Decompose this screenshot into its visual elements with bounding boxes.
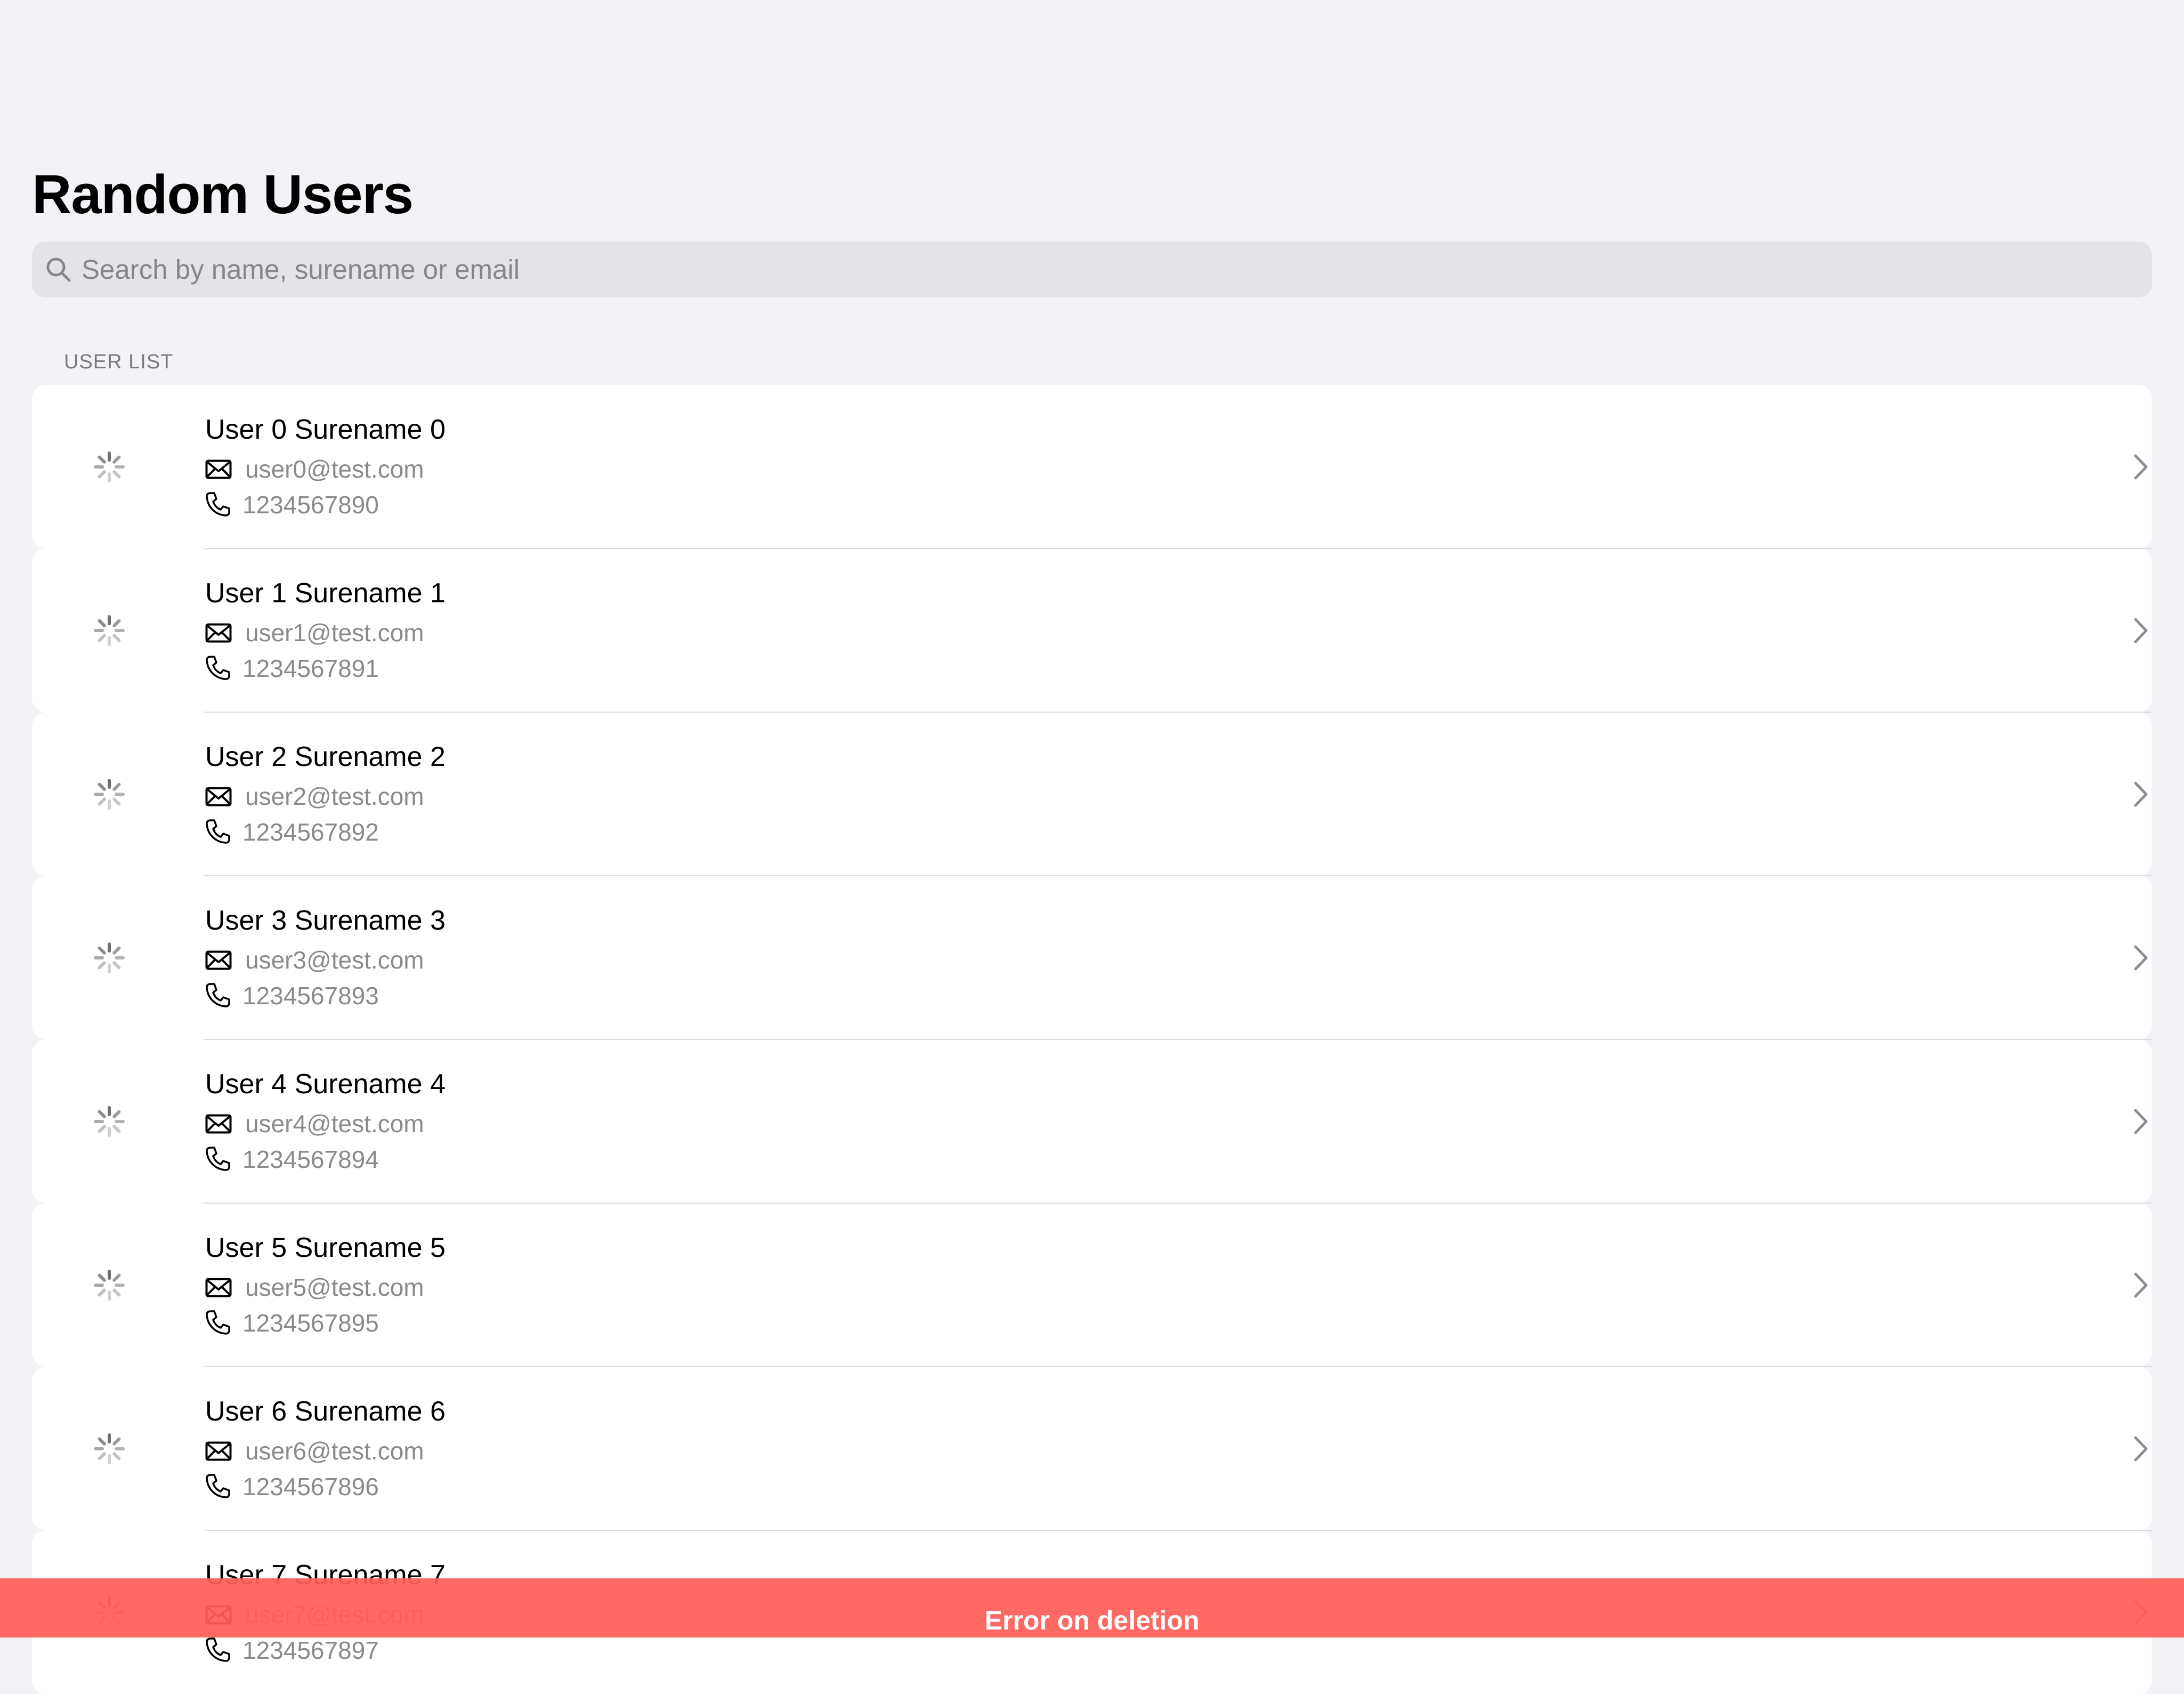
phone-icon [206, 492, 230, 517]
user-name: User 5 Surename 5 [205, 1232, 446, 1263]
user-email: user3@test.com [245, 946, 424, 974]
user-row-5[interactable]: User 5 Surename 5 user5@test.com 1234567… [32, 1203, 2152, 1367]
envelope-icon [205, 950, 232, 970]
user-row-2[interactable]: User 2 Surename 2 user2@test.com 1234567… [32, 712, 2152, 876]
user-row-1[interactable]: User 1 Surename 1 user1@test.com 1234567… [32, 548, 2152, 712]
error-toast: Error on deletion [0, 1578, 2184, 1637]
phone-icon [206, 1637, 230, 1662]
user-row-0[interactable]: User 0 Surename 0 user0@test.com 1234567… [32, 385, 2152, 548]
search-bar[interactable] [32, 241, 2152, 297]
envelope-icon [205, 459, 232, 479]
user-phone: 1234567893 [242, 982, 379, 1010]
chevron-right-icon [2134, 1272, 2148, 1298]
chevron-right-icon [2134, 1436, 2148, 1462]
chevron-right-icon [2134, 1109, 2148, 1134]
row-separator [204, 548, 2152, 549]
user-email: user6@test.com [245, 1437, 424, 1465]
envelope-icon [205, 1114, 232, 1134]
user-row-4[interactable]: User 4 Surename 4 user4@test.com 1234567… [32, 1039, 2152, 1203]
user-name: User 0 Surename 0 [205, 414, 446, 445]
row-separator [204, 1366, 2152, 1367]
row-separator [204, 1203, 2152, 1204]
page-title: Random Users [32, 164, 414, 225]
user-email: user2@test.com [245, 783, 424, 810]
user-row-6[interactable]: User 6 Surename 6 user6@test.com 1234567… [32, 1366, 2152, 1530]
row-separator [204, 1530, 2152, 1531]
loading-spinner-icon [94, 451, 125, 482]
user-phone: 1234567890 [242, 491, 379, 519]
user-phone: 1234567894 [242, 1146, 379, 1173]
envelope-icon [205, 623, 232, 643]
user-row-3[interactable]: User 3 Surename 3 user3@test.com 1234567… [32, 875, 2152, 1039]
search-input[interactable] [82, 241, 2139, 297]
phone-icon [206, 983, 230, 1007]
row-separator [204, 712, 2152, 713]
row-separator [204, 875, 2152, 876]
user-phone: 1234567897 [242, 1636, 379, 1664]
loading-spinner-icon [94, 1433, 125, 1464]
section-header: USER LIST [64, 351, 174, 373]
phone-icon [206, 819, 230, 844]
user-name: User 2 Surename 2 [205, 741, 446, 772]
search-icon [46, 257, 71, 282]
envelope-icon [205, 1441, 232, 1461]
user-phone: 1234567896 [242, 1473, 379, 1501]
phone-icon [206, 1147, 230, 1171]
user-phone: 1234567895 [242, 1309, 379, 1337]
chevron-right-icon [2134, 945, 2148, 971]
user-list: User 0 Surename 0 user0@test.com 1234567… [32, 385, 2152, 1694]
loading-spinner-icon [94, 1106, 125, 1137]
loading-spinner-icon [94, 1270, 125, 1301]
user-name: User 4 Surename 4 [205, 1069, 446, 1100]
user-email: user0@test.com [245, 455, 424, 483]
user-email: user5@test.com [245, 1273, 424, 1301]
user-name: User 1 Surename 1 [205, 578, 446, 609]
user-name: User 3 Surename 3 [205, 905, 446, 936]
chevron-right-icon [2134, 454, 2148, 480]
user-phone: 1234567891 [242, 655, 379, 682]
loading-spinner-icon [94, 779, 125, 810]
loading-spinner-icon [94, 615, 125, 646]
error-toast-message: Error on deletion [984, 1606, 1200, 1635]
user-email: user4@test.com [245, 1110, 424, 1138]
chevron-right-icon [2134, 618, 2148, 643]
user-name: User 6 Surename 6 [205, 1396, 446, 1427]
phone-icon [206, 656, 230, 680]
loading-spinner-icon [94, 942, 125, 973]
row-separator [204, 1039, 2152, 1040]
envelope-icon [205, 787, 232, 806]
user-email: user1@test.com [245, 619, 424, 647]
phone-icon [206, 1310, 230, 1335]
envelope-icon [205, 1278, 232, 1297]
user-phone: 1234567892 [242, 818, 379, 846]
chevron-right-icon [2134, 781, 2148, 807]
phone-icon [206, 1474, 230, 1498]
